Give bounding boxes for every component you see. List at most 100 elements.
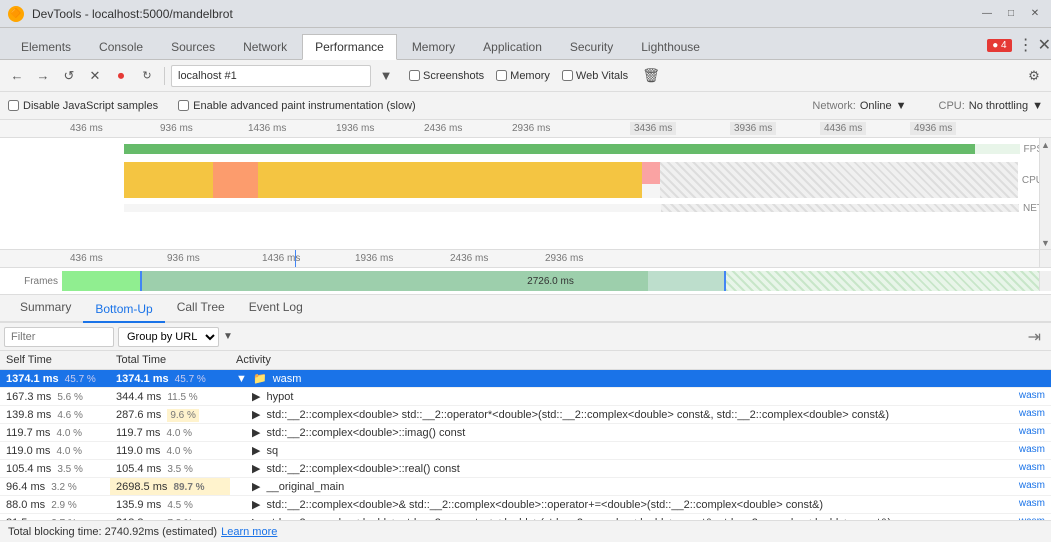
subtab-summary[interactable]: Summary <box>8 295 83 321</box>
maximize-button[interactable]: □ <box>1003 6 1019 22</box>
wasm-link[interactable]: wasm <box>1019 462 1045 473</box>
cpu-select: CPU: No throttling ▼ <box>939 100 1043 112</box>
advanced-paint-option[interactable]: Enable advanced paint instrumentation (s… <box>178 100 416 112</box>
group-by-select[interactable]: Group by URL No Grouping <box>118 327 219 347</box>
table-body: 1374.1 ms 45.7 % 1374.1 ms 45.7 % ▼ 📁 wa… <box>0 370 1051 532</box>
options-bar: Disable JavaScript samples Enable advanc… <box>0 92 1051 120</box>
forward-button[interactable]: → <box>32 65 54 87</box>
timeline-cursor <box>295 250 296 267</box>
titlebar: 🔶 DevTools - localhost:5000/mandelbrot —… <box>0 0 1051 28</box>
url-bar: localhost #1 <box>171 65 371 87</box>
tab-elements[interactable]: Elements <box>8 33 84 59</box>
error-badge: ● 4 <box>987 39 1011 52</box>
table-row[interactable]: 88.0 ms 2.9 % 135.9 ms 4.5 % ▶ std::__2:… <box>0 496 1051 514</box>
tree-arrow[interactable]: ▶ <box>252 499 260 511</box>
folder-icon: 📁 <box>253 373 267 385</box>
expand-collapse-button[interactable]: ⇥ <box>1022 327 1047 347</box>
frames-label: Frames <box>0 276 62 287</box>
settings-gear-icon[interactable]: ⚙ <box>1023 65 1045 87</box>
minimize-button[interactable]: — <box>979 6 995 22</box>
table-row[interactable]: 119.7 ms 4.0 % 119.7 ms 4.0 % ▶ std::__2… <box>0 424 1051 442</box>
disable-js-checkbox[interactable] <box>8 100 19 111</box>
tab-lighthouse[interactable]: Lighthouse <box>628 33 713 59</box>
frames-bar: 2726.0 ms <box>62 271 1039 291</box>
col-activity[interactable]: Activity <box>230 351 1051 370</box>
url-dropdown-button[interactable]: ▼ <box>375 65 397 87</box>
screenshots-checkbox-label[interactable]: Screenshots <box>409 70 484 82</box>
separator-1 <box>164 67 165 85</box>
timeline-ruler-2: 436 ms 936 ms 1436 ms 1936 ms 2436 ms 29… <box>0 250 1051 268</box>
bottom-panel: Summary Bottom-Up Call Tree Event Log Gr… <box>0 295 1051 543</box>
timeline-scrollbar[interactable]: ▲ ▼ <box>1039 138 1051 250</box>
filter-input[interactable] <box>4 327 114 347</box>
tree-arrow[interactable]: ▶ <box>252 463 260 475</box>
wasm-link[interactable]: wasm <box>1019 408 1045 419</box>
table-row[interactable]: 167.3 ms 5.6 % 344.4 ms 11.5 % ▶ hypot w… <box>0 388 1051 406</box>
timeline-tracks: FPS CPU NET ▲ ▼ <box>0 138 1051 250</box>
webvitals-checkbox[interactable] <box>562 70 573 81</box>
scroll-down-icon[interactable]: ▼ <box>1041 238 1050 248</box>
learn-more-link[interactable]: Learn more <box>221 526 277 538</box>
refresh-button[interactable]: ↺ <box>58 65 80 87</box>
tree-arrow[interactable]: ▶ <box>252 409 260 421</box>
filter-dropdown-icon[interactable]: ▼ <box>223 331 233 342</box>
col-total-time[interactable]: Total Time <box>110 351 230 370</box>
scroll-up-icon[interactable]: ▲ <box>1041 140 1050 150</box>
network-dropdown-icon[interactable]: ▼ <box>896 100 907 112</box>
subtab-bottom-up[interactable]: Bottom-Up <box>83 297 164 323</box>
back-button[interactable]: ← <box>6 65 28 87</box>
clear-button[interactable]: 🗑 <box>640 65 662 87</box>
tree-arrow[interactable]: ▶ <box>252 445 260 457</box>
subtab-call-tree[interactable]: Call Tree <box>165 295 237 321</box>
main-tabbar: Elements Console Sources Network Perform… <box>0 28 1051 60</box>
tree-arrow[interactable]: ▶ <box>252 391 260 403</box>
table-row[interactable]: 105.4 ms 3.5 % 105.4 ms 3.5 % ▶ std::__2… <box>0 460 1051 478</box>
tab-console[interactable]: Console <box>86 33 156 59</box>
frames-value: 2726.0 ms <box>527 276 574 287</box>
close-button[interactable]: ✕ <box>1027 6 1043 22</box>
window-title: DevTools - localhost:5000/mandelbrot <box>32 7 979 21</box>
memory-checkbox-label[interactable]: Memory <box>496 70 550 82</box>
tab-sources[interactable]: Sources <box>158 33 228 59</box>
settings-icon[interactable]: ⋮ <box>1018 35 1034 55</box>
frames-scrollbar[interactable] <box>1039 271 1051 291</box>
subtabs: Summary Bottom-Up Call Tree Event Log <box>0 295 1051 323</box>
col-self-time[interactable]: Self Time <box>0 351 110 370</box>
statusbar: Total blocking time: 2740.92ms (estimate… <box>0 520 1051 542</box>
cpu-track: CPU <box>0 160 1051 200</box>
table-container: Self Time Total Time Activity 1374.1 ms … <box>0 351 1051 543</box>
reload-profile-button[interactable]: ↻ <box>136 65 158 87</box>
wasm-link[interactable]: wasm <box>1019 480 1045 491</box>
disable-js-option[interactable]: Disable JavaScript samples <box>8 100 158 112</box>
wasm-link[interactable]: wasm <box>1019 390 1045 401</box>
wasm-link[interactable]: wasm <box>1019 498 1045 509</box>
memory-checkbox[interactable] <box>496 70 507 81</box>
profile-table: Self Time Total Time Activity 1374.1 ms … <box>0 351 1051 532</box>
table-row[interactable]: 119.0 ms 4.0 % 119.0 ms 4.0 % ▶ sq wasm <box>0 442 1051 460</box>
more-icon[interactable]: ✕ <box>1038 35 1051 55</box>
tab-performance[interactable]: Performance <box>302 34 397 60</box>
cpu-dropdown-icon[interactable]: ▼ <box>1032 100 1043 112</box>
tree-arrow[interactable]: ▶ <box>252 427 260 439</box>
wasm-link[interactable]: wasm <box>1019 426 1045 437</box>
table-row[interactable]: 96.4 ms 3.2 % 2698.5 ms 89.7 % ▶ __origi… <box>0 478 1051 496</box>
wasm-link[interactable]: wasm <box>1019 444 1045 455</box>
table-row[interactable]: 139.8 ms 4.6 % 287.6 ms 9.6 % ▶ std::__2… <box>0 406 1051 424</box>
status-text: Total blocking time: 2740.92ms (estimate… <box>8 526 217 538</box>
webvitals-checkbox-label[interactable]: Web Vitals <box>562 70 628 82</box>
record-button[interactable]: ⏺ <box>110 65 132 87</box>
screenshots-checkbox[interactable] <box>409 70 420 81</box>
timeline-scrollbar-2[interactable] <box>1039 250 1051 267</box>
tab-security[interactable]: Security <box>557 33 626 59</box>
table-row[interactable]: 1374.1 ms 45.7 % 1374.1 ms 45.7 % ▼ 📁 wa… <box>0 370 1051 388</box>
advanced-paint-checkbox[interactable] <box>178 100 189 111</box>
tab-network[interactable]: Network <box>230 33 300 59</box>
stop-button[interactable]: ✕ <box>84 65 106 87</box>
tree-arrow[interactable]: ▶ <box>252 481 260 493</box>
subtab-event-log[interactable]: Event Log <box>237 295 315 321</box>
timeline-ruler-1: 436 ms 936 ms 1436 ms 1936 ms 2436 ms 29… <box>0 120 1051 138</box>
fps-track: FPS <box>0 138 1051 160</box>
tab-memory[interactable]: Memory <box>399 33 468 59</box>
tab-application[interactable]: Application <box>470 33 555 59</box>
tree-arrow[interactable]: ▼ <box>236 373 247 385</box>
